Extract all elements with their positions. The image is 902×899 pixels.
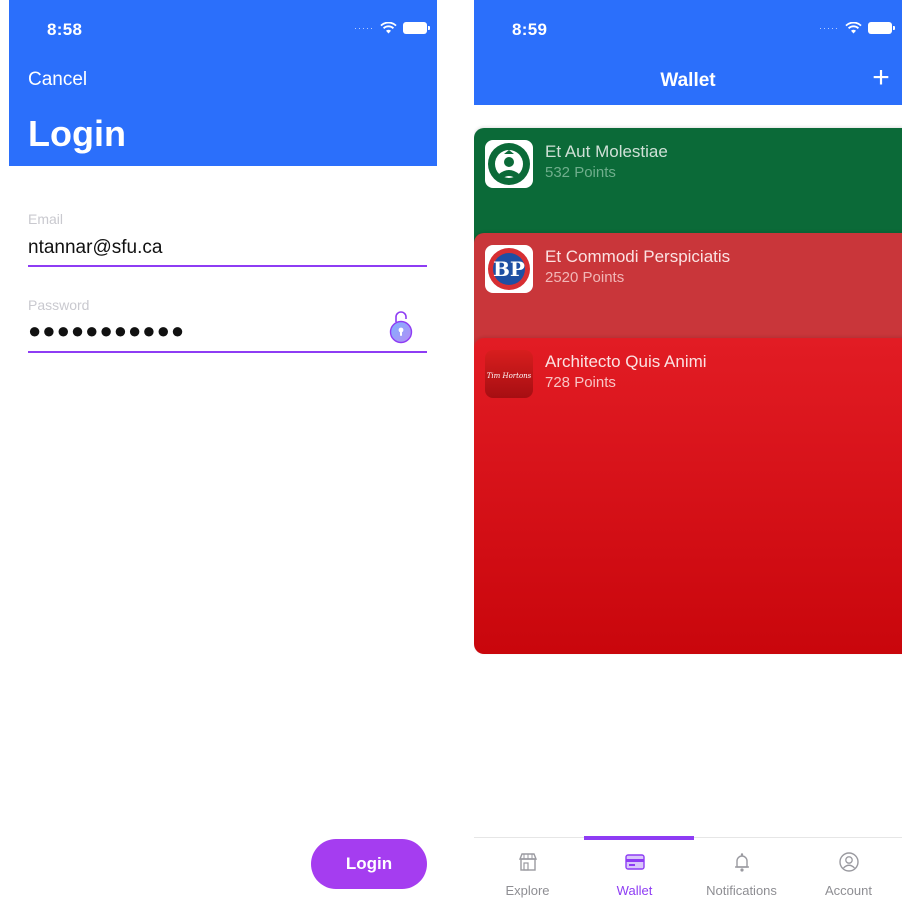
login-button[interactable]: Login bbox=[311, 839, 427, 889]
wallet-screen: 8:59 ····· Wallet + Et Aut Molestiae 532… bbox=[474, 0, 902, 899]
password-label: Password bbox=[28, 297, 90, 313]
tab-account[interactable]: Account bbox=[795, 838, 902, 899]
password-underline bbox=[28, 351, 427, 353]
status-bar: 8:58 ····· bbox=[9, 0, 437, 60]
starbucks-logo-icon bbox=[485, 140, 533, 188]
svg-text:Tim Hortons: Tim Hortons bbox=[487, 372, 532, 380]
card-points: 2520 Points bbox=[545, 269, 625, 286]
card-points: 532 Points bbox=[545, 164, 616, 181]
password-field[interactable]: ●●●●●●●●●●● bbox=[28, 318, 185, 344]
account-icon bbox=[838, 852, 859, 872]
status-time: 8:58 bbox=[47, 20, 83, 39]
battery-icon bbox=[868, 22, 895, 34]
tab-explore[interactable]: Explore bbox=[474, 838, 581, 899]
login-header: 8:58 ····· Cancel Login bbox=[9, 0, 437, 166]
svg-text:BP: BP bbox=[493, 257, 525, 281]
page-title: Login bbox=[28, 113, 126, 154]
tab-label: Account bbox=[825, 883, 872, 898]
add-card-button[interactable]: + bbox=[868, 63, 894, 94]
page-title: Wallet bbox=[660, 70, 716, 91]
tab-bar: Explore Wallet Notifications Account bbox=[474, 836, 902, 899]
signal-icon: ····· bbox=[819, 23, 839, 33]
signal-icon: ····· bbox=[354, 23, 374, 33]
status-icons: ····· bbox=[819, 22, 895, 34]
tab-notifications[interactable]: Notifications bbox=[688, 838, 795, 899]
wallet-header: 8:59 ····· Wallet + bbox=[474, 0, 902, 105]
tab-label: Notifications bbox=[706, 883, 777, 898]
lock-icon[interactable] bbox=[388, 308, 414, 344]
card-name: Architecto Quis Animi bbox=[545, 352, 707, 371]
email-field[interactable]: ntannar@sfu.ca bbox=[28, 237, 162, 259]
status-icons: ····· bbox=[354, 22, 430, 34]
tab-label: Wallet bbox=[616, 883, 653, 898]
status-bar: 8:59 ····· bbox=[474, 0, 902, 60]
wallet-icon bbox=[624, 854, 645, 870]
tab-label: Explore bbox=[505, 883, 550, 898]
cancel-button[interactable]: Cancel bbox=[28, 69, 87, 91]
card-points: 728 Points bbox=[545, 374, 616, 391]
boston-pizza-logo-icon: BP bbox=[485, 245, 533, 293]
wallet-card[interactable]: Tim Hortons Architecto Quis Animi 728 Po… bbox=[474, 338, 902, 654]
card-name: Et Aut Molestiae bbox=[545, 142, 668, 161]
tab-wallet[interactable]: Wallet bbox=[581, 838, 688, 899]
email-label: Email bbox=[28, 211, 64, 227]
status-time: 8:59 bbox=[512, 20, 548, 39]
wifi-icon bbox=[845, 22, 862, 34]
email-underline bbox=[28, 265, 427, 267]
login-screen: 8:58 ····· Cancel Login Email ntannar@sf… bbox=[9, 0, 437, 899]
tim-hortons-logo-icon: Tim Hortons bbox=[485, 350, 533, 398]
battery-icon bbox=[403, 22, 430, 34]
card-name: Et Commodi Perspiciatis bbox=[545, 247, 731, 266]
notifications-icon bbox=[734, 853, 749, 872]
storefront-icon bbox=[518, 853, 537, 871]
wifi-icon bbox=[380, 22, 397, 34]
